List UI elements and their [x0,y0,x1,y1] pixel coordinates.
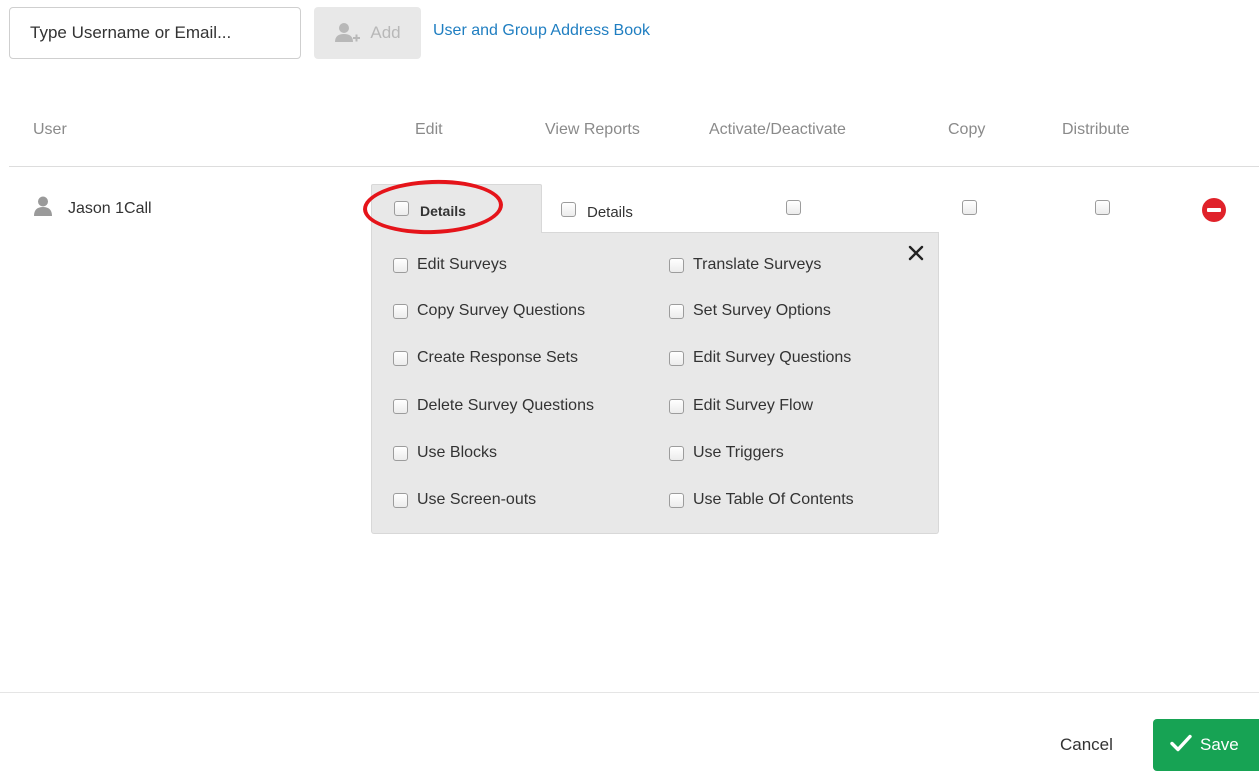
perm-label: Create Response Sets [417,349,578,366]
address-book-link[interactable]: User and Group Address Book [433,22,650,40]
activate-deactivate-checkbox[interactable] [786,200,801,215]
user-name: Jason 1Call [68,200,152,217]
perm-label: Copy Survey Questions [417,302,586,319]
checkbox[interactable] [393,398,408,414]
column-header-view-reports: View Reports [545,121,640,138]
column-header-user: User [33,121,67,138]
checkbox[interactable] [669,492,684,508]
view-reports-details-checkbox[interactable] [561,202,576,217]
perm-use-blocks[interactable]: Use Blocks [393,444,497,462]
perm-label: Edit Surveys [417,256,507,273]
perm-use-table-of-contents[interactable]: Use Table Of Contents [669,491,854,509]
checkbox[interactable] [669,303,684,319]
footer-divider [0,692,1259,693]
perm-copy-survey-questions[interactable]: Copy Survey Questions [393,302,585,320]
cancel-button[interactable]: Cancel [1060,735,1113,755]
perm-label: Set Survey Options [693,302,831,319]
checkmark-icon [1170,734,1192,757]
checkbox[interactable] [669,350,684,366]
column-header-edit: Edit [415,121,443,138]
user-search-input[interactable] [9,7,301,59]
column-header-distribute: Distribute [1062,121,1130,138]
save-button[interactable]: Save [1153,719,1259,771]
save-label: Save [1200,735,1239,754]
checkbox[interactable] [669,398,684,414]
perm-edit-survey-flow[interactable]: Edit Survey Flow [669,397,813,415]
copy-checkbox[interactable] [962,200,977,215]
perm-set-survey-options[interactable]: Set Survey Options [669,302,831,320]
checkbox[interactable] [393,350,408,366]
add-user-icon [334,22,362,44]
add-button-label: Add [370,23,401,42]
edit-details-label[interactable]: Details [420,203,466,219]
column-header-copy: Copy [948,121,986,138]
perm-use-triggers[interactable]: Use Triggers [669,444,784,462]
view-reports-details-label[interactable]: Details [587,204,633,221]
checkbox[interactable] [669,445,684,461]
column-header-activate-deactivate: Activate/Deactivate [709,121,846,138]
edit-details-checkbox[interactable] [394,201,409,216]
perm-translate-surveys[interactable]: Translate Surveys [669,256,821,274]
header-divider [9,166,1259,167]
perm-label: Delete Survey Questions [417,397,594,414]
checkbox[interactable] [669,257,684,273]
perm-edit-survey-questions[interactable]: Edit Survey Questions [669,349,851,367]
panel-top-border [541,232,939,233]
perm-label: Edit Survey Flow [693,397,814,414]
edit-details-panel [371,232,939,534]
perm-label: Use Triggers [693,444,784,461]
close-icon[interactable] [907,244,925,262]
remove-user-icon[interactable] [1202,198,1226,222]
perm-use-screen-outs[interactable]: Use Screen-outs [393,491,536,509]
checkbox[interactable] [393,303,408,319]
distribute-checkbox[interactable] [1095,200,1110,215]
perm-delete-survey-questions[interactable]: Delete Survey Questions [393,397,594,415]
perm-create-response-sets[interactable]: Create Response Sets [393,349,578,367]
perm-label: Edit Survey Questions [693,349,852,366]
user-icon [34,196,52,216]
checkbox[interactable] [393,257,408,273]
add-user-button[interactable]: Add [314,7,421,59]
perm-label: Use Table Of Contents [693,491,854,508]
checkbox[interactable] [393,492,408,508]
checkbox[interactable] [393,445,408,461]
perm-label: Use Screen-outs [417,491,537,508]
perm-edit-surveys[interactable]: Edit Surveys [393,256,507,274]
perm-label: Use Blocks [417,444,498,461]
perm-label: Translate Surveys [693,256,822,273]
